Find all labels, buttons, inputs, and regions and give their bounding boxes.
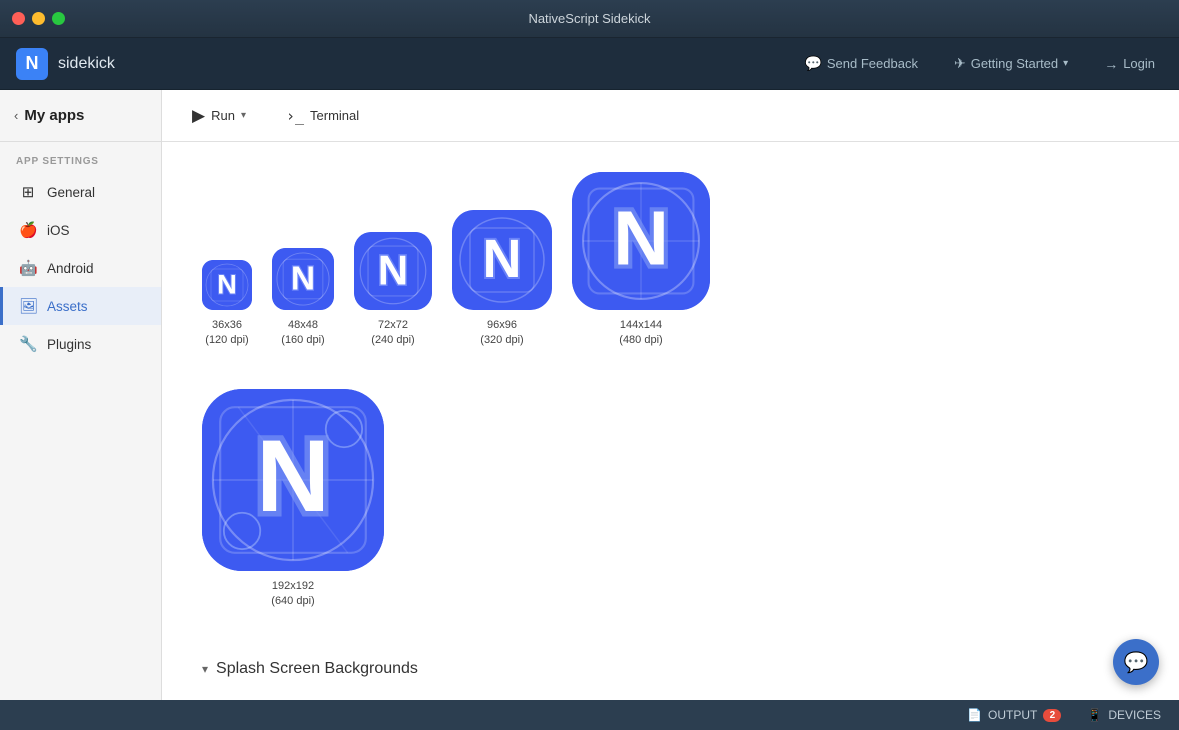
icon-label-192: 192x192 (640 dpi): [271, 579, 314, 610]
navbar-actions: 💬 Send Feedback ✈ Getting Started ▾ → Lo…: [796, 50, 1163, 77]
main-layout: ‹ My apps APP SETTINGS ⊞ General 🍎 iOS 🤖…: [0, 90, 1179, 700]
icon-image-96: N: [452, 210, 552, 310]
window-title: NativeScript Sidekick: [528, 11, 650, 26]
general-label: General: [47, 185, 95, 200]
icon-image-72: N: [354, 232, 432, 310]
send-feedback-button[interactable]: 💬 Send Feedback: [796, 50, 926, 77]
navbar: N sidekick 💬 Send Feedback ✈ Getting Sta…: [0, 38, 1179, 90]
sidebar-item-plugins[interactable]: 🔧 Plugins: [0, 325, 161, 363]
icon-label-48: 48x48 (160 dpi): [281, 318, 324, 349]
ios-label: iOS: [47, 223, 70, 238]
icon-image-192: N: [202, 389, 384, 571]
my-apps-nav[interactable]: ‹ My apps: [0, 90, 161, 142]
terminal-button[interactable]: ›_ Terminal: [276, 101, 369, 131]
devices-phone-icon: 📱: [1087, 708, 1102, 722]
sidebar-item-ios[interactable]: 🍎 iOS: [0, 211, 161, 249]
traffic-lights: [12, 12, 65, 25]
icon-label-36: 36x36 (120 dpi): [205, 318, 248, 349]
terminal-icon: ›_: [286, 107, 304, 125]
android-icon: 🤖: [19, 259, 37, 277]
chevron-icon: ▾: [202, 662, 208, 676]
back-arrow-icon: ‹: [14, 108, 18, 123]
icon-label-144: 144x144 (480 dpi): [619, 318, 662, 349]
toolbar: ▶ Run ▾ ›_ Terminal: [162, 90, 1179, 142]
titlebar: NativeScript Sidekick: [0, 0, 1179, 38]
login-icon: →: [1104, 56, 1118, 72]
general-icon: ⊞: [19, 183, 37, 201]
run-label: Run: [211, 108, 235, 123]
my-apps-label: My apps: [24, 107, 84, 124]
output-file-icon: 📄: [967, 708, 982, 722]
chat-bubble-button[interactable]: 💬: [1113, 639, 1159, 685]
plugins-icon: 🔧: [19, 335, 37, 353]
icon-label-96: 96x96 (320 dpi): [480, 318, 523, 349]
icon-item-72: N 72x72 (240 dpi): [354, 232, 432, 349]
plugins-label: Plugins: [47, 337, 91, 352]
splash-section-header[interactable]: ▾ Splash Screen Backgrounds: [202, 650, 1139, 688]
svg-text:N: N: [613, 195, 669, 281]
chat-bubble-icon: 💬: [1124, 650, 1149, 675]
output-badge: 2: [1043, 709, 1061, 722]
app-settings-section: APP SETTINGS: [0, 142, 161, 173]
svg-text:N: N: [378, 246, 408, 293]
maximize-button[interactable]: [52, 12, 65, 25]
feedback-icon: 💬: [804, 55, 821, 72]
close-button[interactable]: [12, 12, 25, 25]
output-button[interactable]: 📄 OUTPUT 2: [959, 705, 1069, 725]
icon-item-192: N 192x192 (640 dpi): [202, 389, 384, 610]
svg-text:N: N: [256, 419, 330, 533]
svg-text:N: N: [217, 270, 237, 300]
app-logo: N: [16, 48, 48, 80]
icon-grid-row1: N 36x36 (120 dpi): [202, 172, 1139, 349]
devices-label: DEVICES: [1108, 708, 1161, 722]
icon-item-36: N 36x36 (120 dpi): [202, 260, 252, 349]
icon-image-36: N: [202, 260, 252, 310]
content-inner: N 36x36 (120 dpi): [162, 142, 1179, 700]
assets-label: Assets: [47, 299, 88, 314]
minimize-button[interactable]: [32, 12, 45, 25]
icon-item-96: N 96x96 (320 dpi): [452, 210, 552, 349]
sidebar-item-android[interactable]: 🤖 Android: [0, 249, 161, 287]
assets-icon: 🖼: [19, 297, 37, 315]
sidebar-item-general[interactable]: ⊞ General: [0, 173, 161, 211]
run-button[interactable]: ▶ Run ▾: [182, 100, 256, 132]
statusbar: 📄 OUTPUT 2 📱 DEVICES: [0, 700, 1179, 730]
icon-label-72: 72x72 (240 dpi): [371, 318, 414, 349]
run-icon: ▶: [192, 106, 205, 126]
terminal-label: Terminal: [310, 108, 359, 123]
icon-grid-row2: N 192x192 (640 dpi): [202, 389, 1139, 610]
splash-label: Splash Screen Backgrounds: [216, 660, 418, 678]
rocket-icon: ✈: [954, 55, 966, 72]
apple-icon: 🍎: [19, 221, 37, 239]
run-dropdown-icon: ▾: [241, 110, 246, 121]
svg-text:N: N: [483, 229, 522, 289]
sidebar-item-assets[interactable]: 🖼 Assets: [0, 287, 161, 325]
devices-button[interactable]: 📱 DEVICES: [1079, 705, 1169, 725]
android-label: Android: [47, 261, 94, 276]
icon-item-48: N 48x48 (160 dpi): [272, 248, 334, 349]
app-name: sidekick: [58, 55, 796, 73]
svg-text:N: N: [291, 261, 315, 298]
output-label: OUTPUT: [988, 708, 1037, 722]
icon-item-144: N 144x144 (480 dpi): [572, 172, 710, 349]
chevron-down-icon: ▾: [1063, 58, 1068, 69]
content-area[interactable]: N 36x36 (120 dpi): [162, 142, 1179, 700]
icon-image-48: N: [272, 248, 334, 310]
login-button[interactable]: → Login: [1096, 51, 1163, 77]
right-panel: ▶ Run ▾ ›_ Terminal: [162, 90, 1179, 700]
icon-image-144: N: [572, 172, 710, 310]
sidebar: ‹ My apps APP SETTINGS ⊞ General 🍎 iOS 🤖…: [0, 90, 162, 700]
getting-started-button[interactable]: ✈ Getting Started ▾: [946, 50, 1076, 77]
